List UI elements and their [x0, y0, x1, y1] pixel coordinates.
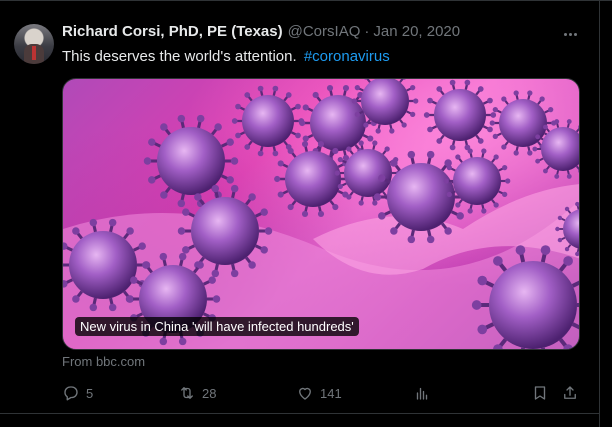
link-source[interactable]: From bbc.com [62, 354, 145, 369]
views-button[interactable] [413, 381, 431, 405]
author-handle[interactable]: @CorsIAQ [288, 23, 361, 40]
avatar-tie [32, 46, 36, 60]
tweet-text: This deserves the world's attention. #co… [62, 47, 390, 67]
virus-particle [423, 79, 497, 151]
heart-icon [299, 387, 311, 400]
separator-dot: · [364, 23, 370, 40]
retweet-button[interactable]: 28 [178, 381, 216, 405]
link-card-image[interactable]: New virus in China 'will have infected h… [62, 78, 580, 350]
bookmark-icon [534, 386, 546, 400]
column-border [599, 0, 600, 427]
retweet-count: 28 [202, 385, 217, 401]
hashtag-link[interactable]: #coronavirus [304, 48, 390, 65]
analytics-icon [416, 387, 428, 400]
author-name[interactable]: Richard Corsi, PhD, PE (Texas) [62, 23, 283, 40]
reply-button[interactable]: 5 [62, 381, 93, 405]
virus-particle [143, 114, 239, 208]
media-caption: New virus in China 'will have infected h… [75, 317, 359, 336]
virus-particle [274, 140, 352, 218]
virus-particle [231, 85, 305, 157]
action-bar: 5 28 141 [62, 381, 582, 405]
virus-illustration [63, 79, 579, 349]
share-button[interactable] [561, 381, 579, 405]
like-count: 141 [320, 385, 342, 401]
reply-count: 5 [86, 385, 94, 401]
bottom-divider [0, 413, 600, 414]
reply-icon [64, 386, 78, 401]
share-icon [564, 386, 576, 399]
tweet-header: Richard Corsi, PhD, PE (Texas) @CorsIAQ … [62, 23, 460, 43]
tweet-body: This deserves the world's attention. [62, 48, 297, 65]
tweet-date[interactable]: Jan 20, 2020 [373, 23, 460, 40]
avatar[interactable] [14, 24, 54, 64]
like-button[interactable]: 141 [296, 381, 342, 405]
more-dots-icon[interactable] [560, 24, 580, 44]
bookmark-button[interactable] [531, 381, 549, 405]
retweet-icon [181, 387, 193, 399]
top-divider [0, 0, 612, 1]
